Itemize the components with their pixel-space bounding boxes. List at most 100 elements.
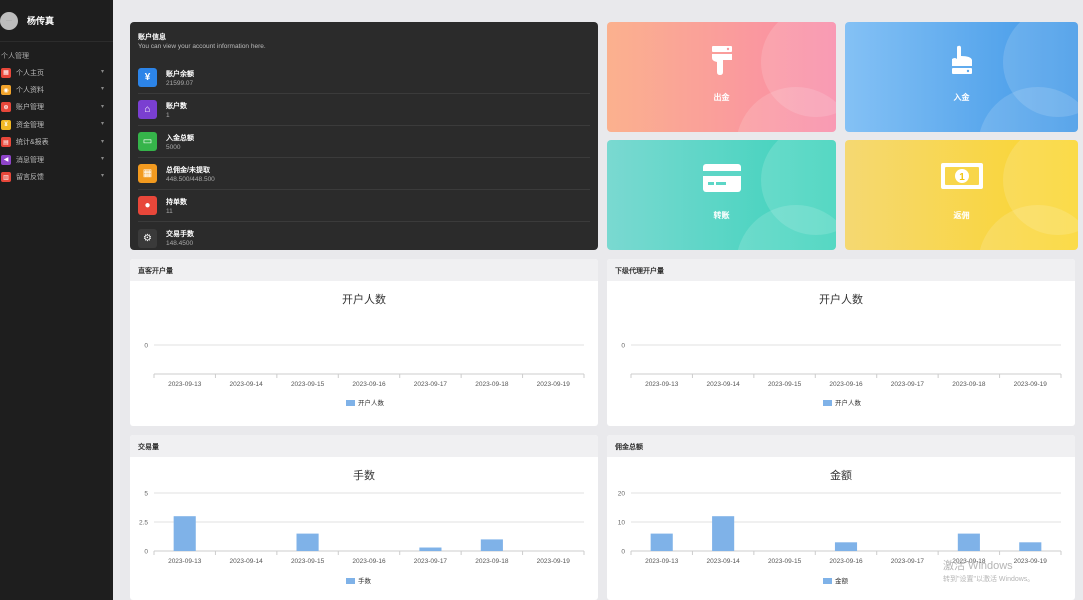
sidebar-item-label: 个人资料 bbox=[16, 87, 44, 95]
hand-point-up-icon bbox=[949, 44, 975, 84]
x-tick-label: 2023-09-18 bbox=[475, 558, 509, 565]
agent-accounts-card: 下级代理开户量 开户人数 0 2023-09-13 2023-09-14 2023-09… bbox=[607, 259, 1075, 426]
x-tick-label: 2023-09-18 bbox=[952, 381, 986, 388]
x-tick-label: 2023-09-15 bbox=[291, 558, 325, 565]
x-tick-label: 2023-09-18 bbox=[475, 381, 509, 388]
sidebar-item[interactable]: ⊜ 账户管理 ▾ bbox=[0, 99, 113, 116]
x-tick-label: 2023-09-14 bbox=[707, 558, 741, 565]
chevron-down-icon: ▾ bbox=[100, 86, 104, 93]
sidebar-item-label: 资金管理 bbox=[16, 121, 44, 129]
x-tick-label: 2023-09-19 bbox=[1014, 381, 1048, 388]
account-info-panel: 账户信息 You can view your account informati… bbox=[130, 22, 598, 250]
grid-icon: ▦ bbox=[138, 164, 157, 183]
rebate-tile[interactable]: 1 返佣 bbox=[845, 140, 1078, 250]
x-tick-label: 2023-09-15 bbox=[768, 558, 802, 565]
bar bbox=[480, 539, 503, 551]
sidebar-item-label: 统计&报表 bbox=[16, 139, 49, 147]
x-tick-label: 2023-09-13 bbox=[645, 558, 679, 565]
account-info-list: ¥ 账户余额 21599.07 ⌂ 账户数 1 ▭ 入金总额 5000 ▦ 总佣金/未提取 448.5… bbox=[138, 62, 590, 254]
sidebar-item-label: 个人主页 bbox=[16, 69, 44, 77]
agent-accounts-chart: 开户人数 0 2023-09-13 2023-09-14 2023-09-15 2023-… bbox=[621, 292, 1062, 407]
deposit-label: 入金 bbox=[953, 93, 970, 102]
y-tick-label: 2.5 bbox=[139, 520, 148, 527]
chat-icon: ● bbox=[138, 196, 157, 215]
y-tick-label: 5 bbox=[144, 491, 148, 498]
x-tick-label: 2023-09-17 bbox=[414, 381, 448, 388]
report-icon: ▤ bbox=[1, 137, 11, 148]
deposit-tile[interactable]: 入金 bbox=[845, 22, 1078, 132]
x-tick-label: 2023-09-19 bbox=[537, 558, 571, 565]
account-info-row: ▦ 总佣金/未提取 448.500/448.500 bbox=[138, 158, 590, 190]
sidebar-item[interactable]: ◀ 消息管理 ▾ bbox=[0, 151, 113, 168]
x-tick-label: 2023-09-14 bbox=[707, 381, 741, 388]
agent-accounts-title: 下级代理开户量 bbox=[607, 259, 1075, 281]
account-info-label: 交易手数 bbox=[166, 231, 194, 238]
legend-label: 手数 bbox=[358, 576, 372, 585]
money-bill-icon: 1 bbox=[940, 162, 984, 198]
y-tick-label: 0 bbox=[621, 343, 625, 350]
sidebar-item[interactable]: ▥ 留言反馈 ▾ bbox=[0, 168, 113, 185]
trade-volume-card: 交易量 手数 0 2.5 5 2023-09-13 2023-09-14 2023-09-1… bbox=[130, 435, 598, 600]
credit-card-icon bbox=[702, 162, 742, 202]
y-tick-label: 0 bbox=[144, 343, 148, 350]
direct-accounts-card: 直客开户量 开户人数 0 2023-09-13 2023-09-14 2023-09-1… bbox=[130, 259, 598, 426]
sidebar-item[interactable]: ◉ 个人资料 ▾ bbox=[0, 81, 113, 98]
message-icon: ◀ bbox=[1, 154, 11, 165]
account-info-title: 账户信息 bbox=[138, 34, 166, 41]
x-tick-label: 2023-09-16 bbox=[829, 558, 863, 565]
withdraw-tile[interactable]: 出金 bbox=[607, 22, 836, 132]
watermark-line1: 激活 Windows bbox=[943, 560, 1013, 572]
bar bbox=[1019, 542, 1042, 551]
fund-icon: ¥ bbox=[1, 119, 11, 130]
account-info-value: 21599.07 bbox=[166, 79, 194, 87]
account-info-label: 入金总额 bbox=[166, 134, 194, 142]
account-info-label: 总佣金/未提取 bbox=[166, 166, 210, 174]
sidebar: ··· 杨传真 个人管理 ▦ 个人主页 ▾ ◉ 个人资料 ▾ ⊜ 账户管理 ▾ ¥ 资金管理 ▾ ▤ 统计… bbox=[0, 0, 113, 600]
sidebar-user[interactable]: ··· 杨传真 bbox=[0, 0, 113, 42]
trade-volume-chart: 手数 0 2.5 5 2023-09-13 2023-09-14 2023-09-15 202… bbox=[139, 468, 585, 585]
transfer-label: 转账 bbox=[713, 211, 730, 220]
account-info-value: 11 bbox=[166, 207, 173, 215]
trade-volume-title: 交易量 bbox=[130, 435, 598, 457]
account-icon: ⊜ bbox=[1, 102, 11, 113]
x-tick-label: 2023-09-15 bbox=[291, 381, 325, 388]
chart-title: 金额 bbox=[830, 468, 852, 482]
yen-icon: ¥ bbox=[138, 68, 157, 87]
sidebar-item[interactable]: ▤ 统计&报表 ▾ bbox=[0, 134, 113, 151]
x-tick-label: 2023-09-16 bbox=[352, 381, 386, 388]
sidebar-item[interactable]: ▦ 个人主页 ▾ bbox=[0, 64, 113, 81]
sidebar-item-label: 留言反馈 bbox=[16, 174, 44, 182]
bar bbox=[712, 516, 735, 551]
direct-accounts-title: 直客开户量 bbox=[130, 259, 598, 281]
x-tick-label: 2023-09-13 bbox=[645, 381, 679, 388]
account-info-value: 5000 bbox=[166, 143, 181, 151]
commission-title: 佣金总额 bbox=[607, 435, 1075, 457]
account-info-subtitle: You can view your account information he… bbox=[138, 43, 266, 50]
account-info-label: 持单数 bbox=[166, 198, 187, 206]
account-info-row: ¥ 账户余额 21599.07 bbox=[138, 62, 590, 94]
x-tick-label: 2023-09-17 bbox=[891, 381, 925, 388]
bar bbox=[419, 547, 442, 551]
legend-label: 开户人数 bbox=[835, 398, 862, 407]
account-info-label: 账户余额 bbox=[166, 70, 194, 78]
bar bbox=[650, 533, 673, 551]
y-tick-label: 10 bbox=[618, 520, 626, 527]
chevron-down-icon: ▾ bbox=[100, 173, 104, 180]
transfer-tile[interactable]: 转账 bbox=[607, 140, 836, 250]
sidebar-item[interactable]: ¥ 资金管理 ▾ bbox=[0, 116, 113, 133]
y-tick-label: 0 bbox=[144, 549, 148, 556]
avatar[interactable]: ··· bbox=[0, 11, 18, 30]
withdraw-label: 出金 bbox=[713, 93, 730, 102]
legend-label: 金额 bbox=[835, 576, 849, 585]
x-tick-label: 2023-09-16 bbox=[352, 558, 386, 565]
chart-title: 手数 bbox=[353, 468, 375, 482]
account-info-value: 448.500/448.500 bbox=[166, 175, 215, 183]
chevron-down-icon: ▾ bbox=[100, 121, 104, 128]
legend-label: 开户人数 bbox=[358, 398, 385, 407]
x-tick-label: 2023-09-13 bbox=[168, 558, 202, 565]
bar bbox=[173, 516, 196, 551]
account-info-row: ▭ 入金总额 5000 bbox=[138, 126, 590, 158]
x-tick-label: 2023-09-19 bbox=[537, 381, 571, 388]
x-tick-label: 2023-09-17 bbox=[891, 558, 925, 565]
hand-point-down-icon bbox=[709, 44, 735, 84]
